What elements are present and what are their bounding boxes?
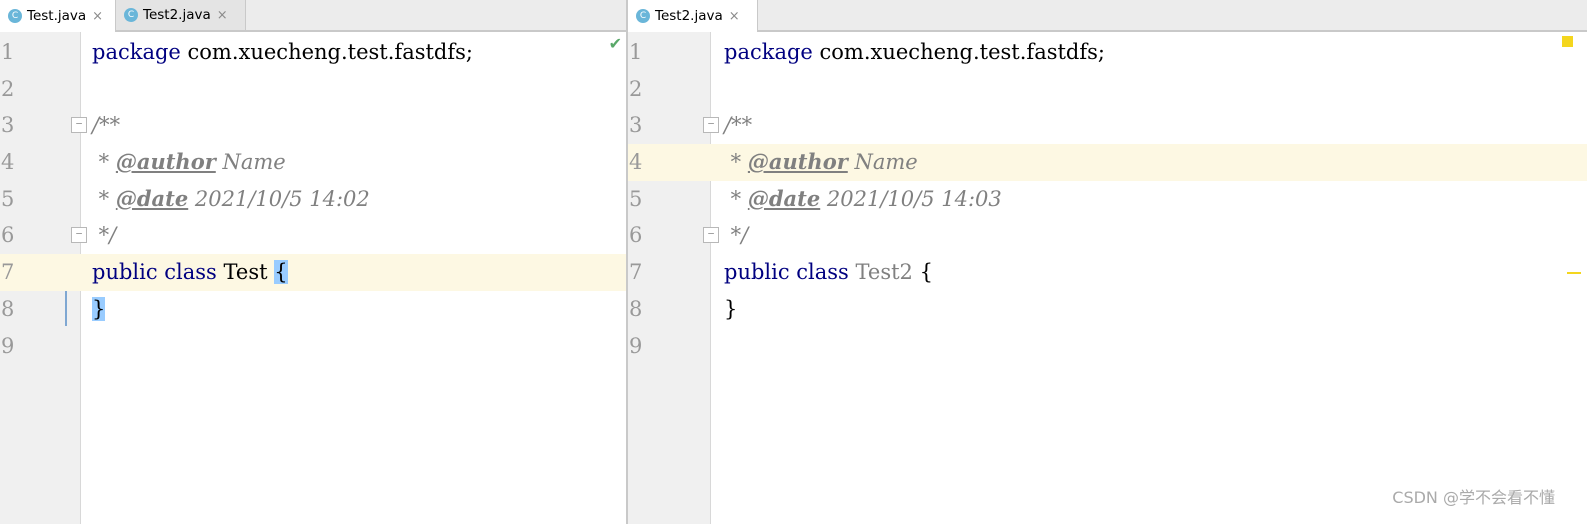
line-number: 5 <box>629 186 643 211</box>
watermark: CSDN @学不会看不懂 <box>1392 488 1555 507</box>
fold-toggle-icon[interactable]: − <box>71 227 87 244</box>
line-number: 2 <box>1 76 15 101</box>
line-number: 1 <box>629 40 643 64</box>
fold-toggle-icon[interactable]: − <box>71 117 87 134</box>
line-number: 2 <box>629 76 643 101</box>
code-line[interactable]: 2 <box>0 71 626 108</box>
line-number: 9 <box>1 333 15 358</box>
javadoc-tag: @author <box>115 149 216 175</box>
code-line[interactable]: 8 } <box>0 291 626 328</box>
close-tab-icon[interactable]: × <box>217 8 228 23</box>
code-line[interactable]: 2 <box>628 71 1587 108</box>
close-brace: } <box>92 296 106 321</box>
open-brace: { <box>919 260 933 285</box>
comment-prefix: * <box>724 186 748 211</box>
javadoc-tag: @author <box>747 149 848 175</box>
comment-text: /** <box>92 113 121 138</box>
line-number: 5 <box>1 186 15 211</box>
code-line[interactable]: 8 } <box>628 291 1587 328</box>
comment-prefix: * <box>92 186 116 211</box>
code-editor[interactable]: 1 package com.xuecheng.test.fastdfs; 2 3… <box>0 34 626 524</box>
code-line[interactable]: 1 package com.xuecheng.test.fastdfs; <box>0 34 626 71</box>
line-number: 6 <box>1 223 15 248</box>
comment-prefix: * <box>92 150 116 175</box>
left-tab-bar: C Test.java × C Test2.java × <box>0 0 626 32</box>
fold-toggle-icon[interactable]: − <box>703 117 719 134</box>
fold-toggle-icon[interactable]: − <box>703 227 719 244</box>
line-number: 3 <box>1 113 15 138</box>
code-line[interactable]: 5 * @date 2021/10/5 14:02 <box>0 181 626 218</box>
comment-text: */ <box>724 223 749 248</box>
line-number: 4 <box>1 150 15 175</box>
line-number: 6 <box>629 223 643 248</box>
code-line[interactable]: 7 public class Test2 { <box>628 254 1587 291</box>
code-line[interactable]: 3 − /** <box>0 107 626 144</box>
comment-text: 2021/10/5 14:03 <box>820 186 1002 211</box>
tab-test2-java[interactable]: C Test2.java × <box>628 0 758 32</box>
comment-text: /** <box>724 113 753 138</box>
comment-text: */ <box>92 223 117 248</box>
code-line-current[interactable]: 7 public class Test { <box>0 254 626 291</box>
comment-text: Name <box>847 150 918 175</box>
keyword: public class <box>724 260 849 285</box>
package-name: com.xuecheng.test.fastdfs; <box>812 40 1105 64</box>
tab-label: Test.java <box>27 8 87 24</box>
line-number: 8 <box>629 296 643 321</box>
code-editor[interactable]: 1 package com.xuecheng.test.fastdfs; 2 3… <box>628 34 1587 524</box>
javadoc-tag: @date <box>747 185 821 211</box>
class-name: Test <box>216 260 275 285</box>
code-line[interactable]: 3 − /** <box>628 107 1587 144</box>
line-number: 9 <box>629 333 643 358</box>
javadoc-tag: @date <box>115 185 189 211</box>
tab-label: Test2.java <box>143 7 211 23</box>
left-editor-pane: C Test.java × C Test2.java × ✔ 1 package… <box>0 0 626 524</box>
keyword: package <box>724 40 813 64</box>
java-class-icon: C <box>636 9 650 23</box>
tab-test-java[interactable]: C Test.java × <box>0 0 116 32</box>
line-number: 3 <box>629 113 643 138</box>
open-brace: { <box>274 260 288 285</box>
code-line[interactable]: 4 * @author Name <box>0 144 626 181</box>
line-number: 4 <box>629 150 643 175</box>
code-line[interactable]: 6 − */ <box>0 217 626 254</box>
line-number: 1 <box>1 40 15 64</box>
right-tab-bar: C Test2.java × <box>628 0 1587 32</box>
package-name: com.xuecheng.test.fastdfs; <box>180 40 473 64</box>
close-brace: } <box>724 296 738 321</box>
code-line-current[interactable]: 4 * @author Name <box>628 144 1587 181</box>
comment-text: 2021/10/5 14:02 <box>188 186 370 211</box>
java-class-icon: C <box>8 9 22 23</box>
keyword: package <box>92 40 181 64</box>
code-line[interactable]: 6 − */ <box>628 217 1587 254</box>
line-number: 7 <box>629 260 643 285</box>
code-line[interactable]: 5 * @date 2021/10/5 14:03 <box>628 181 1587 218</box>
keyword: public class <box>92 260 217 285</box>
tab-label: Test2.java <box>655 8 723 24</box>
close-tab-icon[interactable]: × <box>729 9 740 24</box>
code-line[interactable]: 9 <box>628 328 1587 365</box>
class-name: Test2 <box>848 260 920 285</box>
code-line[interactable]: 1 package com.xuecheng.test.fastdfs; <box>628 34 1587 71</box>
close-tab-icon[interactable]: × <box>92 9 103 24</box>
code-line[interactable]: 9 <box>0 328 626 365</box>
comment-text: Name <box>215 150 286 175</box>
comment-prefix: * <box>724 150 748 175</box>
java-class-icon: C <box>124 8 138 22</box>
line-number: 8 <box>1 296 15 321</box>
tab-test2-java[interactable]: C Test2.java × <box>116 0 246 30</box>
right-editor-pane: C Test2.java × 1 package com.xuecheng.te… <box>628 0 1587 524</box>
line-number: 7 <box>1 260 15 285</box>
